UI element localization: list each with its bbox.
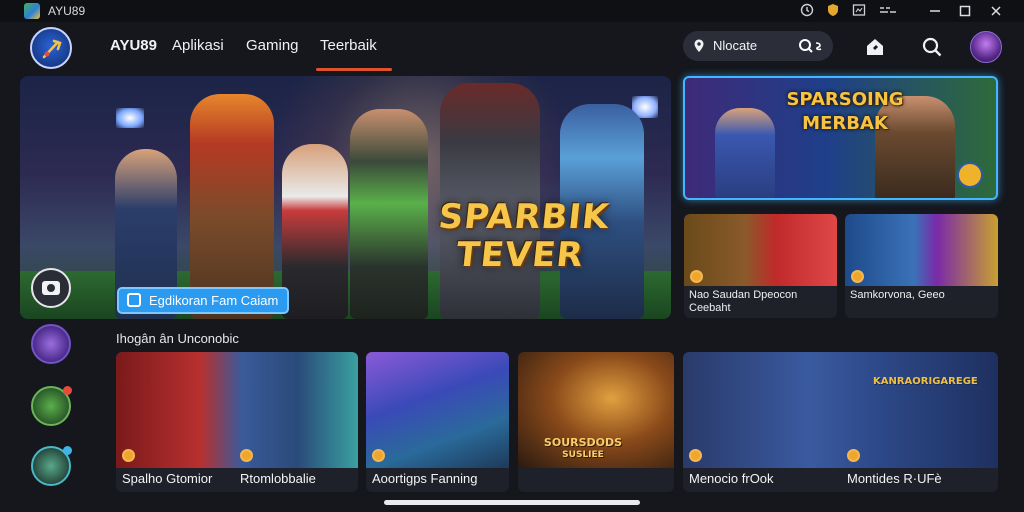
game-shortcut-avatar[interactable] <box>31 386 72 426</box>
hero-cta-label: Egdikoran Fam Caiam <box>149 293 279 308</box>
coin-icon <box>847 449 860 462</box>
app-icon <box>24 3 40 19</box>
coin-icon <box>851 270 864 283</box>
coin-icon <box>690 270 703 283</box>
game-card[interactable]: SOURSDODS SUSLIEE <box>518 352 674 492</box>
promo-card-image <box>684 214 837 286</box>
active-tab-indicator <box>316 68 392 71</box>
shield-icon[interactable] <box>826 3 840 17</box>
home-icon[interactable] <box>864 36 886 58</box>
promo-card-caption: Nao Saudan Dpeocon Ceebaht <box>689 289 837 315</box>
coin-icon <box>689 449 702 462</box>
close-button[interactable] <box>987 2 1005 20</box>
game-card[interactable]: KANRAORIGAREGE Menocio frOok Montides R·… <box>683 352 998 492</box>
camera-button[interactable] <box>31 268 71 308</box>
hero-character <box>282 144 348 319</box>
coin-icon <box>240 449 253 462</box>
game-card-caption: Rtomlobbalie <box>240 471 316 486</box>
brand-name[interactable]: AYU89 <box>110 37 157 54</box>
game-card-image <box>683 352 998 468</box>
location-pin-icon <box>691 38 707 54</box>
promo-title-line2: MERBAK <box>802 113 888 134</box>
game-shortcut-avatar[interactable] <box>31 324 71 364</box>
window-title: AYU89 <box>48 4 86 18</box>
badge-icon <box>957 162 983 188</box>
promo-card-caption-line1: Nao Saudan Dpeocon <box>689 289 798 301</box>
coin-icon <box>122 449 135 462</box>
promo-title-line1: SPARSOING <box>786 89 904 110</box>
game-card-caption: Montides R·UFè <box>847 471 942 486</box>
window-titlebar: AYU89 <box>0 0 1024 22</box>
promo-character <box>715 108 775 198</box>
promo-card-image <box>845 214 998 286</box>
game-card-overlay-line2: SUSLIEE <box>562 450 604 460</box>
promo-card-caption-line2: Ceebaht <box>689 302 731 314</box>
minimize-button[interactable] <box>926 2 944 20</box>
promo-main-title: SPARSOING MERBAK <box>770 88 920 136</box>
game-card-overlay-title: SOURSDODS SUSLIEE <box>528 436 638 462</box>
square-icon <box>127 293 141 307</box>
search-icon[interactable] <box>797 37 827 55</box>
search-field[interactable]: Nlocate <box>683 31 833 61</box>
game-card-image <box>116 352 358 468</box>
game-card-caption: Menocio frOok <box>689 471 774 486</box>
search-icon-top[interactable] <box>921 36 943 58</box>
home-indicator[interactable] <box>384 500 640 505</box>
hero-title: SPARBIK TEVER <box>418 197 626 275</box>
game-card-image <box>366 352 509 468</box>
promo-card[interactable]: Nao Saudan Dpeocon Ceebaht <box>684 214 837 318</box>
user-avatar[interactable] <box>970 31 1002 63</box>
game-card-caption: Spalho Gtomior <box>122 471 213 486</box>
game-card-overlay-title: KANRAORIGAREGE <box>873 376 978 387</box>
screenshot-icon[interactable] <box>852 3 866 17</box>
nav-link-gaming[interactable]: Gaming <box>246 37 299 54</box>
menu-lines-icon[interactable] <box>878 3 900 17</box>
promo-card-caption-line1: Samkorvona, Geeo <box>850 289 945 301</box>
hero-title-line2: TEVER <box>454 235 586 275</box>
promo-card-caption: Samkorvona, Geeo <box>850 289 998 302</box>
search-text: Nlocate <box>713 38 758 53</box>
game-shortcut-avatar[interactable] <box>31 446 72 486</box>
game-card[interactable]: Aoortigps Fanning <box>366 352 509 492</box>
clock-icon[interactable] <box>800 3 814 17</box>
brand-logo[interactable] <box>30 27 72 69</box>
notification-dot <box>63 446 72 455</box>
game-card-caption: Aoortigps Fanning <box>372 471 478 486</box>
hero-character <box>350 109 428 319</box>
stadium-light <box>116 108 144 128</box>
game-card[interactable]: Spalho Gtomior Rtomlobbalie <box>116 352 358 492</box>
coin-icon <box>372 449 385 462</box>
promo-banner-main[interactable]: SPARSOING MERBAK <box>683 76 998 200</box>
promo-card[interactable]: Samkorvona, Geeo <box>845 214 998 318</box>
nav-link-aplikasi[interactable]: Aplikasi <box>172 37 224 54</box>
hero-cta-button[interactable]: Egdikoran Fam Caiam <box>117 287 289 314</box>
hero-character <box>190 94 274 319</box>
nav-link-teerbaik[interactable]: Teerbaik <box>320 37 377 54</box>
notification-dot <box>63 386 72 395</box>
top-navigation: AYU89 Aplikasi Gaming Teerbaik Nlocate <box>0 22 1024 74</box>
hero-banner[interactable]: SPARBIK TEVER <box>20 76 671 319</box>
game-card-overlay-line1: SOURSDODS <box>543 436 623 449</box>
hero-title-line1: SPARBIK <box>436 197 612 237</box>
maximize-button[interactable] <box>956 2 974 20</box>
section-title: Ihogân ân Unconobic <box>116 331 239 346</box>
